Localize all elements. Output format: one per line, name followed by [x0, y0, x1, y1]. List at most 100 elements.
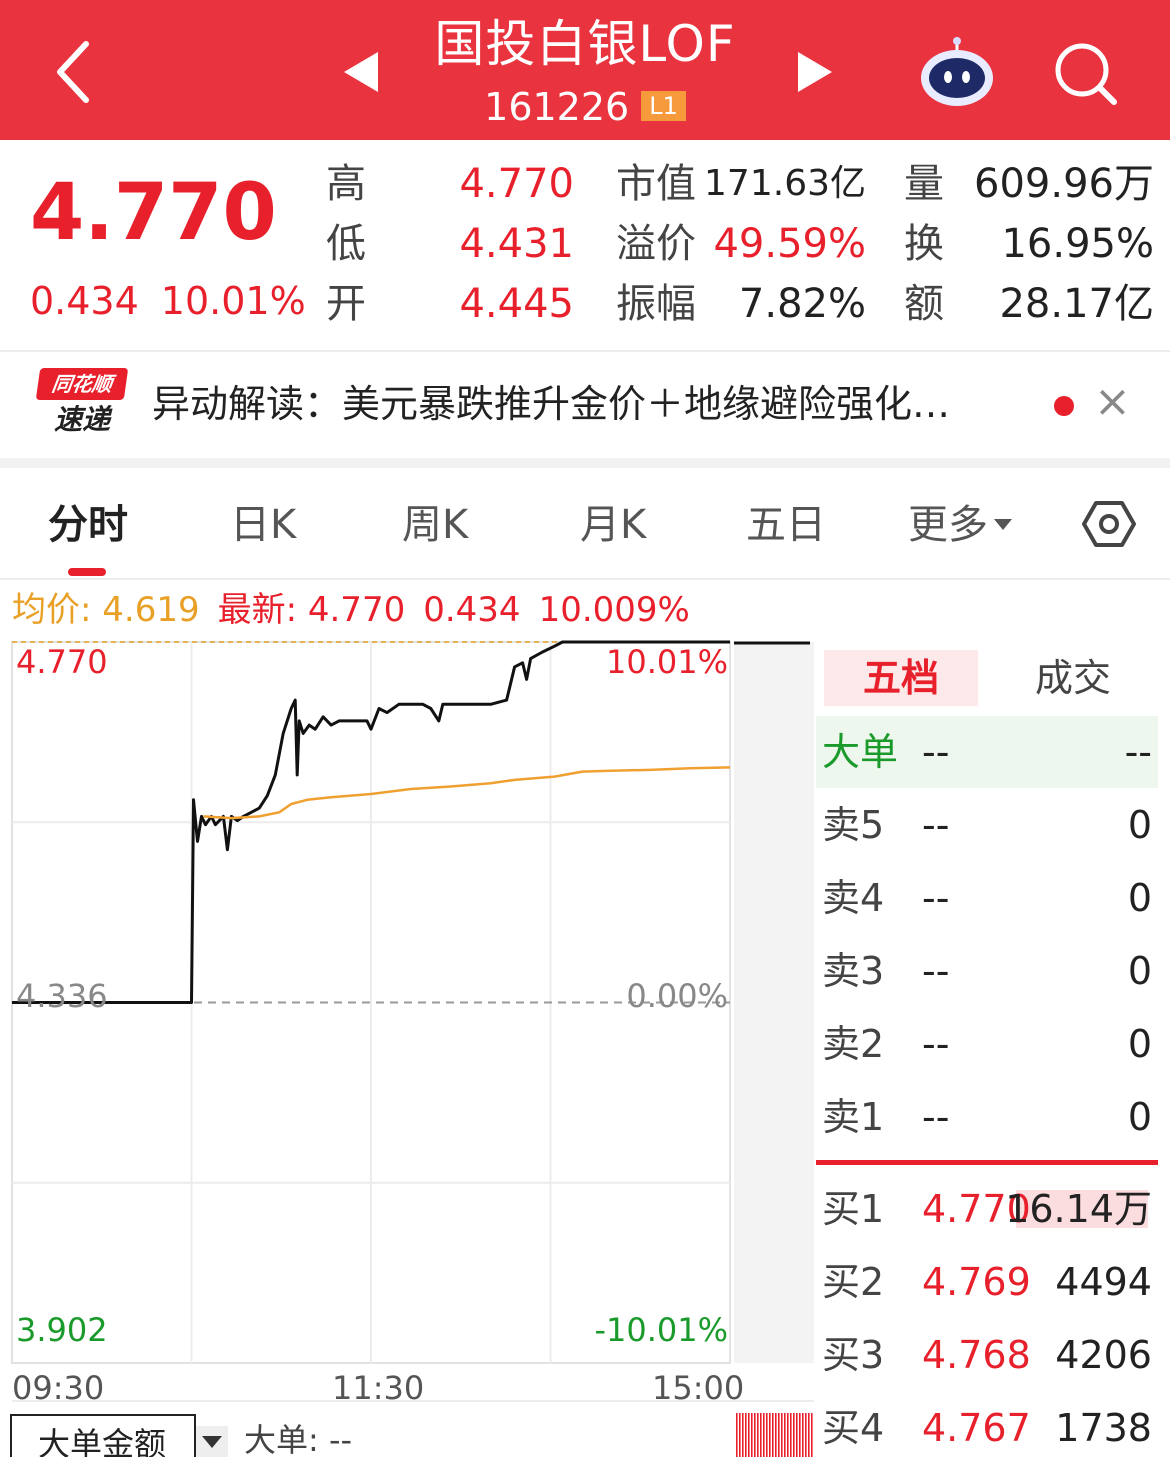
tab-weekly-k[interactable]: 周K [402, 498, 468, 552]
news-headline[interactable]: 异动解读：美元暴跌推升金价＋地缘避险强化… [152, 376, 1032, 432]
ask-label: 卖2 [822, 1022, 885, 1066]
ask-row: 卖2 -- 0 [816, 1008, 1158, 1080]
bid-row: 买3 4.768 4206 [816, 1319, 1158, 1391]
tab-monthly-k[interactable]: 月K [580, 498, 646, 552]
bid-row: 买2 4.769 4494 [816, 1246, 1158, 1318]
ask-price: -- [922, 803, 950, 847]
volume-bar [766, 1413, 768, 1457]
search-icon[interactable] [1052, 40, 1118, 106]
volume-bar [805, 1413, 807, 1457]
volume-bar [760, 1413, 762, 1457]
bid-volume: 1738 [1055, 1406, 1152, 1450]
ask-volume: 0 [1127, 803, 1152, 847]
stock-code: 161226 [484, 85, 630, 129]
tab-more[interactable]: 更多 [908, 498, 1014, 552]
volume-bar [811, 1413, 813, 1457]
bid-row: 买4 4.767 1738 [816, 1392, 1158, 1457]
tab-five-day[interactable]: 五日 [746, 498, 826, 552]
divider [0, 578, 1170, 580]
news-banner[interactable]: 同花顺 速递 异动解读：美元暴跌推升金价＋地缘避险强化… × [0, 352, 1170, 458]
y-label-high: 4.770 [16, 643, 108, 681]
volume-bar [772, 1413, 774, 1457]
settings-hexagon-icon[interactable] [1082, 500, 1136, 548]
big-order-row: 大单 -- -- [816, 716, 1158, 788]
after-hours-strip [734, 642, 814, 1363]
ask-volume: 0 [1127, 1022, 1152, 1066]
quote-row-1: 高 4.770 市值 171.63亿 量 609.96万 [0, 154, 1170, 214]
quote-row-3: 开 4.445 振幅 7.82% 额 28.17亿 [0, 274, 1170, 334]
volume-bar [739, 1413, 741, 1457]
volume-bar [808, 1413, 810, 1457]
ask-label: 卖3 [822, 949, 885, 993]
big-order-summary: 大单: -- [244, 1421, 353, 1457]
info-change: 0.434 [423, 590, 521, 630]
volume-bar [763, 1413, 765, 1457]
dropdown-toggle[interactable] [196, 1426, 228, 1457]
tab-intraday[interactable]: 分时 [48, 498, 128, 552]
ask-volume: 0 [1127, 1095, 1152, 1139]
volume-bar [802, 1413, 804, 1457]
volume-bar [787, 1413, 789, 1457]
close-icon[interactable]: × [1094, 372, 1131, 432]
ask-label: 卖4 [822, 876, 885, 920]
bid-volume: 4494 [1055, 1260, 1152, 1304]
bid-row: 买1 4.770 16.14万 [816, 1173, 1158, 1245]
volume-bar [799, 1413, 801, 1457]
big-order-price: -- [922, 730, 950, 774]
stat-value-turnover: 16.95% [1001, 221, 1154, 267]
stat-value-amplitude: 7.82% [738, 281, 866, 327]
series-line-avg [203, 766, 731, 820]
bid-volume: 4206 [1055, 1333, 1152, 1377]
stat-value-high: 4.770 [459, 161, 574, 207]
volume-bar [778, 1413, 780, 1457]
tab-five-levels[interactable]: 五档 [824, 650, 978, 706]
volume-bar [757, 1413, 759, 1457]
x-label-open: 09:30 [12, 1369, 105, 1407]
volume-bar [796, 1413, 798, 1457]
big-order-vol: -- [1124, 730, 1152, 774]
unread-dot-icon [1054, 396, 1074, 416]
volume-bar [775, 1413, 777, 1457]
bid-volume: 16.14万 [1005, 1187, 1152, 1231]
x-label-close: 15:00 [652, 1369, 745, 1407]
ask-row: 卖5 -- 0 [816, 789, 1158, 861]
stat-value-mktcap: 171.63亿 [704, 163, 866, 204]
stat-value-amount: 28.17亿 [999, 281, 1154, 327]
stat-value-low: 4.431 [459, 221, 574, 267]
volume-bar [748, 1413, 750, 1457]
volume-bar [742, 1413, 744, 1457]
stat-label-premium: 溢价 [616, 221, 696, 267]
y-label-zero-pct: 0.00% [626, 977, 728, 1015]
info-change-pct: 10.009% [538, 590, 690, 630]
ask-price: -- [922, 1095, 950, 1139]
tab-trades[interactable]: 成交 [996, 650, 1150, 706]
stat-value-premium: 49.59% [713, 221, 866, 267]
latest-price-label: 最新: 4.770 [217, 590, 406, 630]
bid-ask-divider [816, 1160, 1158, 1165]
stat-label-turnover: 换 [904, 221, 944, 267]
avg-price-label: 均价: 4.619 [12, 590, 200, 630]
order-book: 五档 成交 大单 -- -- 卖5 -- 0 卖4 -- 0 卖3 -- 0 卖… [816, 642, 1158, 1457]
next-stock-icon[interactable] [796, 50, 836, 94]
ask-label: 卖1 [822, 1095, 885, 1139]
big-order-amount-tab[interactable]: 大单金额 [10, 1414, 196, 1457]
bid-price: 4.767 [922, 1406, 1031, 1450]
section-gap [0, 458, 1170, 468]
caret-down-icon [202, 1436, 222, 1448]
news-logo-bottom: 速递 [53, 403, 110, 436]
volume-bar [790, 1413, 792, 1457]
volume-bar [784, 1413, 786, 1457]
ask-price: -- [922, 949, 950, 993]
quote-row-2: 低 4.431 溢价 49.59% 换 16.95% [0, 214, 1170, 274]
ask-row: 卖3 -- 0 [816, 935, 1158, 1007]
stat-label-amplitude: 振幅 [616, 281, 696, 327]
ask-row: 卖4 -- 0 [816, 862, 1158, 934]
stat-label-amount: 额 [904, 281, 944, 327]
stat-value-open: 4.445 [459, 281, 574, 327]
y-label-low-pct: -10.01% [594, 1311, 728, 1349]
caret-down-icon [994, 519, 1012, 530]
big-order-label: 大单 [822, 730, 899, 774]
assistant-robot-icon[interactable] [918, 36, 996, 110]
x-label-noon: 11:30 [332, 1369, 425, 1407]
tab-daily-k[interactable]: 日K [230, 498, 296, 552]
